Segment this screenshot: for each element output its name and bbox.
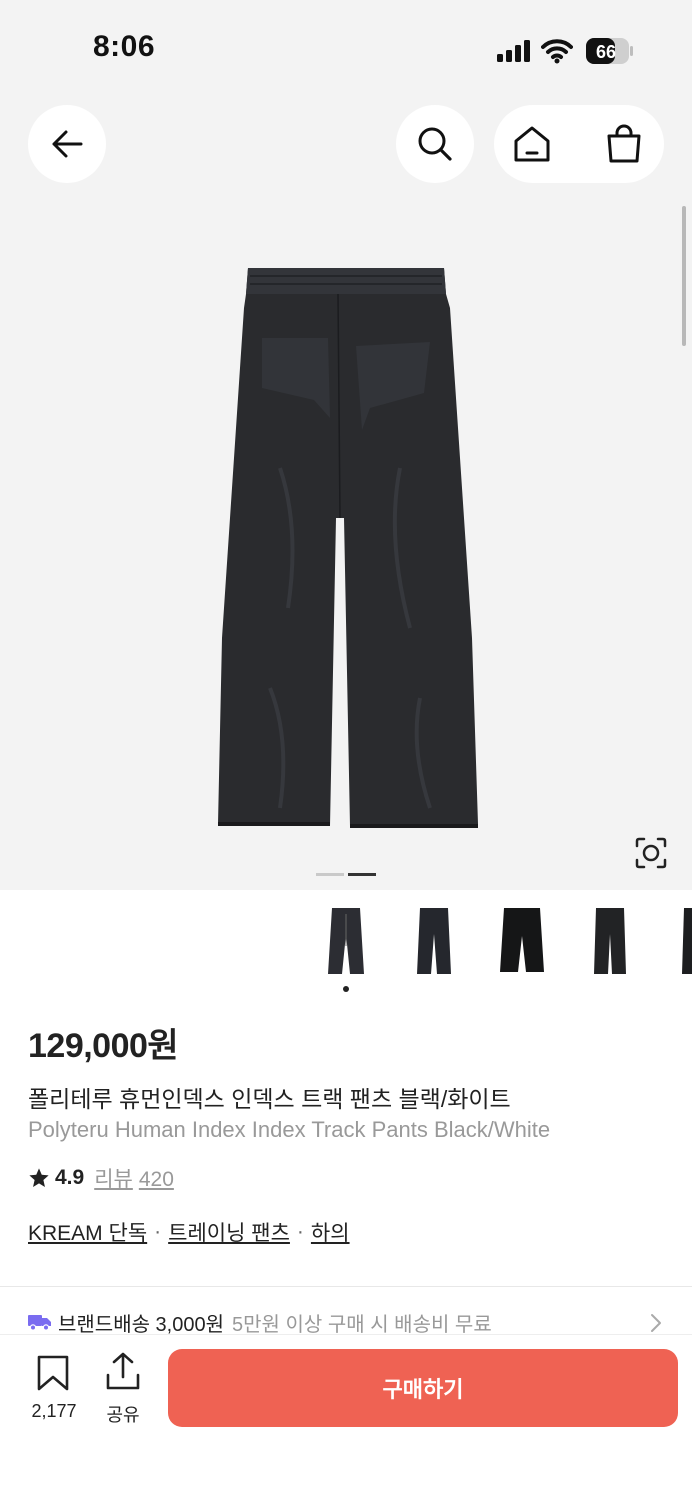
back-button[interactable] bbox=[28, 105, 106, 183]
review-label: 리뷰 bbox=[94, 1168, 133, 1191]
bookmark-count: 2,177 bbox=[31, 1401, 77, 1421]
status-time: 8:06 bbox=[93, 30, 156, 63]
thumbnail-5[interactable] bbox=[680, 906, 692, 976]
image-search-icon[interactable] bbox=[634, 836, 668, 870]
category-separator: · bbox=[296, 1220, 304, 1243]
status-bar: 8:06 66 bbox=[0, 0, 692, 100]
review-count: 420 bbox=[138, 1168, 174, 1191]
wifi-icon bbox=[541, 39, 573, 64]
chevron-right-icon[interactable] bbox=[648, 1313, 664, 1333]
home-icon[interactable] bbox=[512, 124, 552, 164]
buy-button[interactable]: 구매하기 bbox=[168, 1349, 678, 1427]
category-link-training-pants[interactable]: 트레이닝 팬츠 bbox=[168, 1217, 290, 1247]
search-button[interactable] bbox=[396, 105, 474, 183]
share-label: 공유 bbox=[106, 1405, 140, 1425]
thumbnail-selected-dot bbox=[343, 986, 349, 992]
thumbnail-2[interactable] bbox=[414, 906, 454, 976]
home-cart-pill bbox=[494, 105, 664, 183]
signal-icon bbox=[497, 40, 530, 62]
divider bbox=[0, 1286, 692, 1287]
pagination-dot-active bbox=[348, 873, 376, 876]
battery-level: 66 bbox=[596, 42, 616, 62]
rating-row: 4.9 리뷰 420 bbox=[28, 1163, 174, 1193]
bottom-action-bar: 2,177 공유 구매하기 bbox=[0, 1334, 692, 1501]
battery-icon: 66 bbox=[586, 38, 633, 64]
product-image-gallery[interactable] bbox=[0, 200, 692, 890]
arrow-left-icon bbox=[52, 130, 83, 158]
gallery-pagination bbox=[316, 873, 376, 876]
thumbnail-4[interactable] bbox=[590, 906, 630, 976]
top-navigation bbox=[0, 100, 692, 200]
star-icon bbox=[29, 1168, 49, 1187]
product-image bbox=[218, 268, 478, 828]
category-row: KREAM 단독 · 트레이닝 팬츠 · 하의 bbox=[28, 1217, 350, 1247]
free-shipping-note: 5만원 이상 구매 시 배송비 무료 bbox=[232, 1313, 492, 1336]
bookmark-icon[interactable] bbox=[36, 1355, 70, 1391]
product-price: 129,000원 bbox=[28, 1027, 179, 1065]
shopping-bag-icon[interactable] bbox=[604, 124, 644, 164]
product-name-en: Polyteru Human Index Index Track Pants B… bbox=[28, 1117, 551, 1142]
delivery-info-row[interactable]: 브랜드배송 3,000원 5만원 이상 구매 시 배송비 무료 bbox=[28, 1307, 668, 1337]
rating-value: 4.9 bbox=[55, 1166, 85, 1189]
category-link-kream-exclusive[interactable]: KREAM 단독 bbox=[28, 1217, 147, 1247]
review-link[interactable]: 리뷰 420 bbox=[94, 1163, 174, 1193]
share-icon[interactable] bbox=[104, 1351, 142, 1391]
scrollbar bbox=[682, 206, 686, 346]
category-link-bottoms[interactable]: 하의 bbox=[311, 1217, 350, 1247]
product-name-ko: 폴리테루 휴먼인덱스 인덱스 트랙 팬츠 블랙/화이트 bbox=[28, 1086, 511, 1112]
pagination-dot bbox=[316, 873, 344, 876]
thumbnail-3[interactable] bbox=[500, 906, 544, 976]
thumbnail-strip bbox=[0, 890, 692, 1000]
truck-icon bbox=[28, 1315, 51, 1331]
delivery-fee: 브랜드배송 3,000원 bbox=[58, 1313, 225, 1336]
thumbnail-1[interactable] bbox=[326, 906, 366, 976]
search-icon bbox=[418, 127, 452, 161]
category-separator: · bbox=[154, 1220, 162, 1243]
